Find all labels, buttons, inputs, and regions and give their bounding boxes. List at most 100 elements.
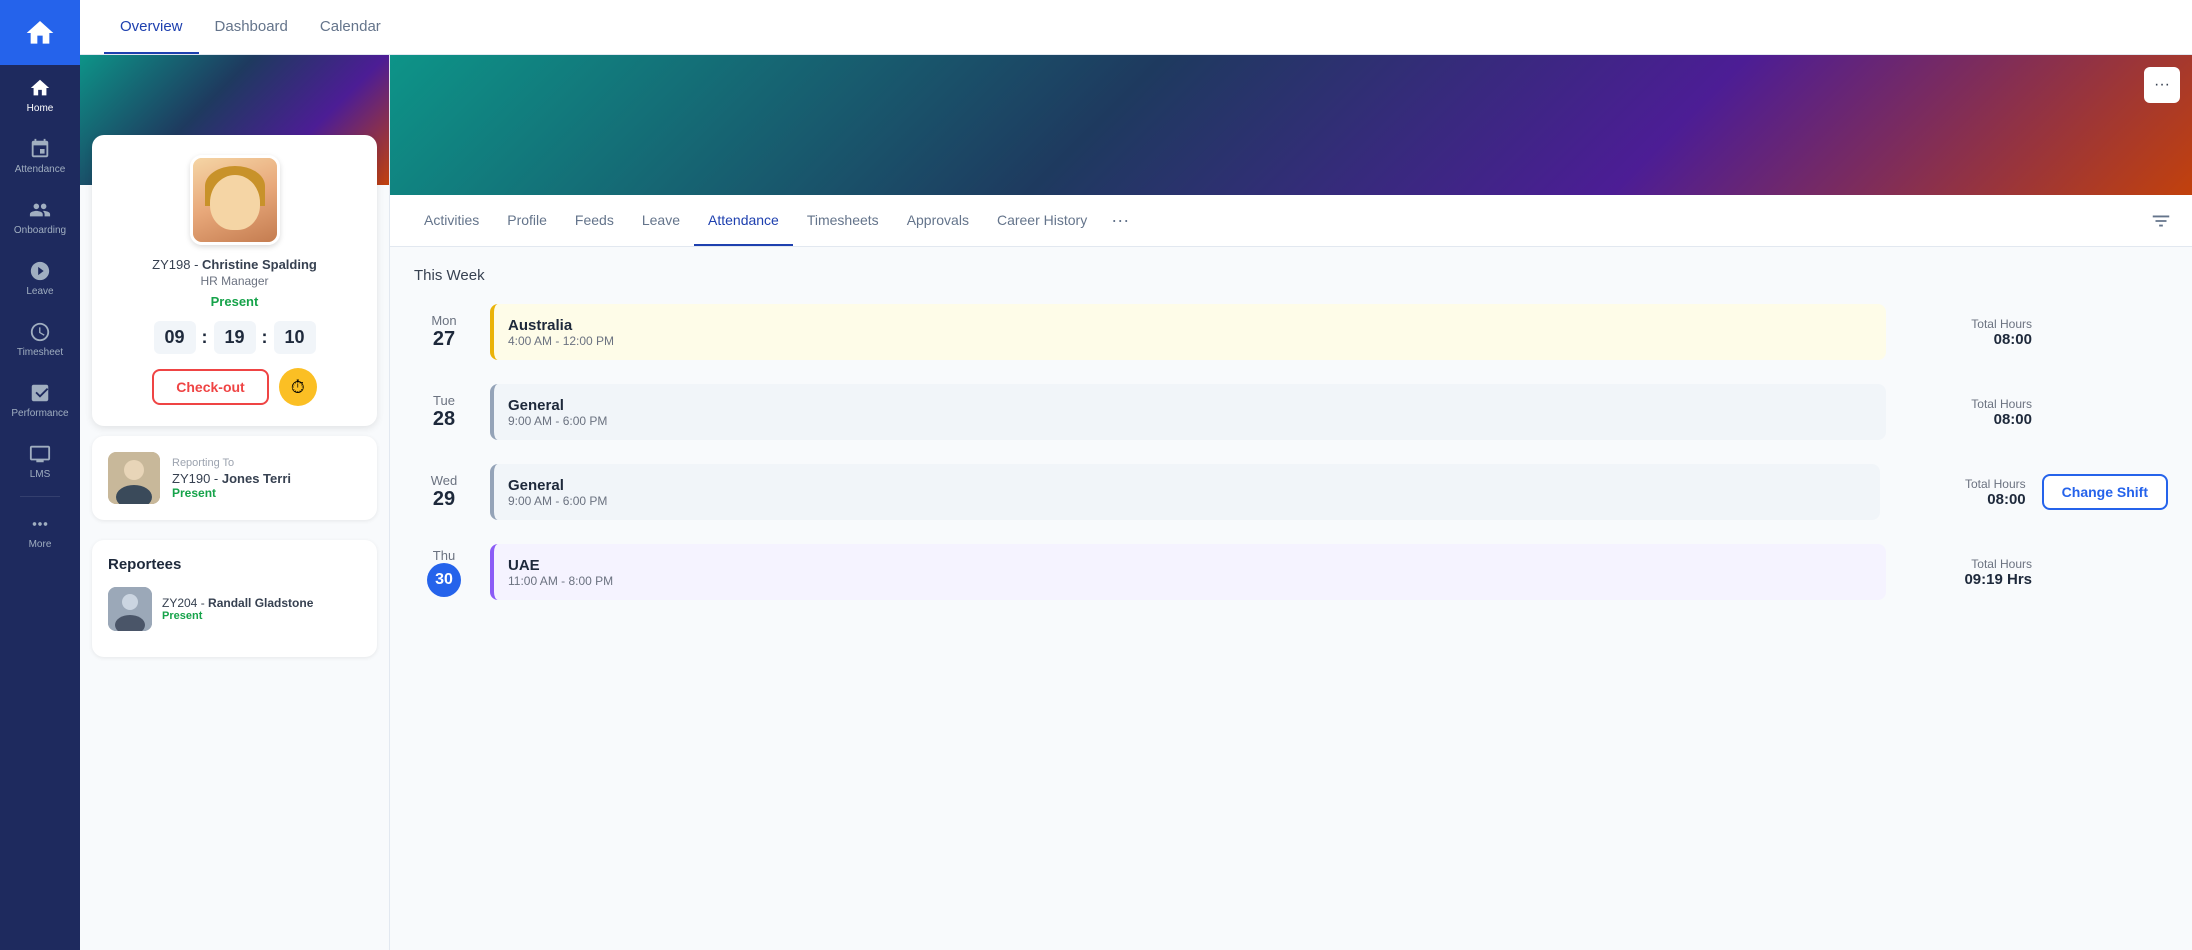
employee-status: Present	[112, 294, 357, 309]
onboarding-icon	[29, 199, 51, 221]
reporting-avatar-image	[108, 452, 160, 504]
sidebar-divider	[20, 496, 60, 497]
attendance-icon	[29, 138, 51, 160]
tab-career-history[interactable]: Career History	[983, 195, 1101, 246]
sidebar-item-attendance[interactable]: Attendance	[0, 126, 80, 187]
ellipsis-icon: ···	[2154, 76, 2170, 94]
sidebar-item-label: Leave	[26, 286, 53, 297]
sidebar-item-onboarding[interactable]: Onboarding	[0, 187, 80, 248]
sidebar-item-leave[interactable]: Leave	[0, 248, 80, 309]
day-name-thu: Thu	[414, 548, 474, 563]
main-content: Overview Dashboard Calendar	[80, 0, 2192, 950]
day-row-wed: Wed 29 General 9:00 AM - 6:00 PM Total H…	[414, 464, 2168, 520]
sidebar: Home Attendance Onboarding Leave Timeshe…	[0, 0, 80, 950]
lms-icon	[29, 443, 51, 465]
day-info-tue: Tue 28	[414, 393, 474, 431]
sidebar-item-label: LMS	[30, 469, 51, 480]
home-icon	[29, 77, 51, 99]
more-icon	[29, 513, 51, 535]
day-row-thu: Thu 30 UAE 11:00 AM - 8:00 PM Total Hour…	[414, 544, 2168, 600]
change-shift-button-wed[interactable]: Change Shift	[2042, 474, 2168, 510]
day-info-mon: Mon 27	[414, 313, 474, 351]
hours-info-tue: Total Hours 08:00	[1902, 397, 2032, 428]
hours-label-mon: Total Hours	[1902, 317, 2032, 331]
profile-tab-nav: Activities Profile Feeds Leave Attendanc…	[390, 195, 2192, 247]
reportee-item: ZY204 - Randall Gladstone Present	[108, 587, 361, 631]
tab-activities[interactable]: Activities	[410, 195, 493, 246]
sidebar-item-lms[interactable]: LMS	[0, 431, 80, 492]
filter-icon[interactable]	[2150, 210, 2172, 232]
reportee-avatar-image	[108, 587, 152, 631]
home-logo-icon	[24, 17, 56, 49]
tab-timesheets[interactable]: Timesheets	[793, 195, 893, 246]
shift-time-thu: 11:00 AM - 8:00 PM	[508, 574, 1872, 588]
top-navigation: Overview Dashboard Calendar	[80, 0, 2192, 55]
avatar-placeholder	[193, 158, 277, 242]
reporting-status: Present	[172, 486, 361, 500]
shift-name-wed: General	[508, 477, 1866, 494]
hours-value-mon: 08:00	[1902, 331, 2032, 348]
tab-leave[interactable]: Leave	[628, 195, 694, 246]
hours-value-thu: 09:19 Hrs	[1902, 571, 2032, 588]
tab-profile[interactable]: Profile	[493, 195, 561, 246]
shift-name-tue: General	[508, 397, 1872, 414]
tab-attendance[interactable]: Attendance	[694, 195, 793, 246]
left-panel: ZY198 - Christine Spalding HR Manager Pr…	[80, 55, 390, 950]
reportee-status: Present	[162, 610, 313, 622]
reportees-section: Reportees ZY204 - Randall Gladstone	[92, 540, 377, 657]
employee-name: Christine Spalding	[202, 257, 317, 272]
sidebar-item-timesheet[interactable]: Timesheet	[0, 309, 80, 370]
reportee-name: ZY204 - Randall Gladstone	[162, 596, 313, 610]
day-num-thu: 30	[427, 563, 461, 597]
day-row-mon: Mon 27 Australia 4:00 AM - 12:00 PM Tota…	[414, 304, 2168, 360]
time-minutes: 19	[214, 321, 256, 354]
checkout-row: Check-out ⏱	[112, 368, 357, 406]
day-row-tue: Tue 28 General 9:00 AM - 6:00 PM Total H…	[414, 384, 2168, 440]
shift-bar-mon: Australia 4:00 AM - 12:00 PM	[490, 304, 1886, 360]
shift-name-thu: UAE	[508, 557, 1872, 574]
day-name-mon: Mon	[414, 313, 474, 328]
hours-label-tue: Total Hours	[1902, 397, 2032, 411]
hours-info-thu: Total Hours 09:19 Hrs	[1902, 557, 2032, 588]
tab-feeds[interactable]: Feeds	[561, 195, 628, 246]
banner-more-button[interactable]: ···	[2144, 67, 2180, 103]
tab-calendar[interactable]: Calendar	[304, 0, 397, 54]
day-num-wed: 29	[414, 488, 474, 511]
sidebar-item-label: Performance	[11, 408, 68, 419]
avatar	[190, 155, 280, 245]
sidebar-item-label: Onboarding	[14, 225, 66, 236]
sidebar-item-label: Home	[27, 103, 54, 114]
sidebar-item-home[interactable]: Home	[0, 65, 80, 126]
reporting-card: Reporting To ZY190 - Jones Terri Present	[92, 436, 377, 520]
reporting-info: Reporting To ZY190 - Jones Terri Present	[172, 457, 361, 500]
sidebar-item-performance[interactable]: Performance	[0, 370, 80, 431]
reporting-name: ZY190 - Jones Terri	[172, 471, 361, 486]
reportee-avatar	[108, 587, 152, 631]
performance-icon	[29, 382, 51, 404]
reportee-info: ZY204 - Randall Gladstone Present	[162, 596, 313, 622]
week-label: This Week	[414, 267, 2168, 284]
profile-card: ZY198 - Christine Spalding HR Manager Pr…	[92, 135, 377, 426]
shift-time-wed: 9:00 AM - 6:00 PM	[508, 494, 1866, 508]
day-info-wed: Wed 29	[414, 473, 474, 511]
employee-id: ZY198	[152, 257, 190, 272]
shift-time-mon: 4:00 AM - 12:00 PM	[508, 334, 1872, 348]
sidebar-item-more[interactable]: More	[0, 501, 80, 562]
day-name-wed: Wed	[414, 473, 474, 488]
shift-bar-wed: General 9:00 AM - 6:00 PM	[490, 464, 1880, 520]
sidebar-item-label: Timesheet	[17, 347, 63, 358]
employee-banner: ···	[390, 55, 2192, 195]
content-area: ZY198 - Christine Spalding HR Manager Pr…	[80, 55, 2192, 950]
sidebar-logo[interactable]	[0, 0, 80, 65]
sidebar-item-label: More	[29, 539, 52, 550]
tab-approvals[interactable]: Approvals	[893, 195, 983, 246]
tab-more[interactable]: ···	[1101, 210, 1139, 231]
hours-label-thu: Total Hours	[1902, 557, 2032, 571]
timesheet-icon	[29, 321, 51, 343]
tab-dashboard[interactable]: Dashboard	[199, 0, 304, 54]
tab-overview[interactable]: Overview	[104, 0, 199, 54]
timer-icon[interactable]: ⏱	[279, 368, 317, 406]
hours-value-tue: 08:00	[1902, 411, 2032, 428]
checkout-button[interactable]: Check-out	[152, 369, 268, 405]
leave-icon	[29, 260, 51, 282]
